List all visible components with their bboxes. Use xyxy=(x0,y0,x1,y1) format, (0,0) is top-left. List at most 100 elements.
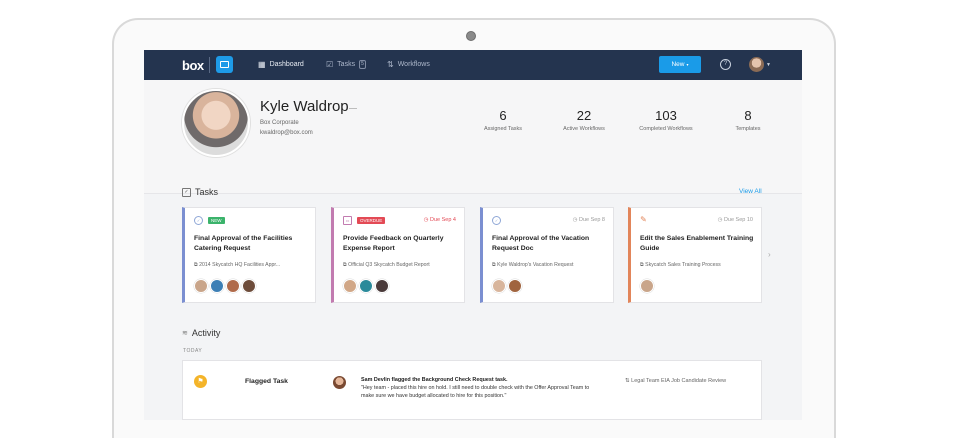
profile-header: Kyle Waldrop Box Corporate kwaldrop@box.… xyxy=(144,80,802,194)
profile-avatar xyxy=(182,89,250,157)
new-button-label: New xyxy=(671,61,685,68)
name-divider xyxy=(349,108,357,109)
stat-assigned-tasks[interactable]: 6 Assigned Tasks xyxy=(468,108,538,132)
card-file[interactable]: ⧉ Official Q3 Skycatch Budget Report xyxy=(343,262,461,269)
overdue-badge: OVERDUE xyxy=(357,217,386,224)
checkbox-icon: ✓ xyxy=(182,187,191,197)
profile-email: kwaldrop@box.com xyxy=(260,130,313,136)
activity-link-text: Legal Team EIA Job Candidate Review xyxy=(631,378,727,384)
card-file[interactable]: ⧉ Skycatch Sales Training Process xyxy=(640,262,758,269)
avatar[interactable] xyxy=(640,279,654,293)
user-avatar[interactable] xyxy=(749,57,764,72)
stat-templates[interactable]: 8 Templates xyxy=(713,108,783,132)
stat-number: 8 xyxy=(744,108,752,123)
pencil-icon: ✎ xyxy=(640,215,647,224)
view-all-link[interactable]: View All xyxy=(739,188,762,195)
nav-label-dashboard: Dashboard xyxy=(269,61,304,68)
due-date: ◷ Due Sep 8 xyxy=(573,217,605,223)
due-date: ◷ Due Sep 10 xyxy=(718,217,753,223)
card-file-name: 2014 Skycatch HQ Facilities Appr... xyxy=(199,262,281,268)
app-screen: box ▦ Dashboard ☑ Tasks 5 ⇅ Workflows Ne… xyxy=(144,50,802,420)
avatar[interactable] xyxy=(333,376,346,389)
stat-number: 22 xyxy=(576,108,592,123)
card-file-name: Skycatch Sales Training Process xyxy=(645,262,721,268)
assignee-avatars xyxy=(492,279,522,293)
feedback-icon: ▭ xyxy=(343,216,352,225)
task-card[interactable]: ▭ OVERDUE ◷ Due Sep 4 Provide Feedback o… xyxy=(331,207,465,303)
camera-icon xyxy=(466,31,476,41)
card-title: Final Approval of the Vacation Request D… xyxy=(492,235,590,252)
today-label: TODAY xyxy=(183,348,203,354)
avatar[interactable] xyxy=(375,279,389,293)
activity-item[interactable]: ⚑ Flagged Task Sam Devlin flagged the Ba… xyxy=(182,360,762,420)
stat-label: Templates xyxy=(735,126,761,132)
assignee-avatars xyxy=(194,279,256,293)
activity-type: Flagged Task xyxy=(245,378,288,385)
tasks-title: Tasks xyxy=(195,187,219,197)
grid-icon: ▦ xyxy=(258,60,266,69)
card-file[interactable]: ⧉ Kyle Waldrop's Vacation Request xyxy=(492,262,610,269)
avatar[interactable] xyxy=(359,279,373,293)
profile-company: Box Corporate xyxy=(260,120,299,126)
tasks-count-badge: 5 xyxy=(359,60,366,69)
task-card[interactable]: ✓ NEW Final Approval of the Facilities C… xyxy=(182,207,316,303)
feed-icon: ≋ xyxy=(182,330,188,337)
card-file-name: Kyle Waldrop's Vacation Request xyxy=(497,262,574,268)
top-nav: box ▦ Dashboard ☑ Tasks 5 ⇅ Workflows Ne… xyxy=(144,50,802,80)
activity-title: Activity xyxy=(191,328,221,338)
card-file[interactable]: ⧉ 2014 Skycatch HQ Facilities Appr... xyxy=(194,262,312,269)
relay-app-icon[interactable] xyxy=(216,56,233,73)
due-date-text: Due Sep 4 xyxy=(430,217,456,223)
avatar[interactable] xyxy=(226,279,240,293)
account-caret-icon[interactable]: ▼ xyxy=(766,62,771,68)
card-title: Edit the Sales Enablement Training Guide xyxy=(640,235,754,252)
new-badge: NEW xyxy=(208,217,225,224)
nav-item-dashboard[interactable]: ▦ Dashboard xyxy=(258,60,304,69)
task-card[interactable]: ✎ ◷ Due Sep 10 Edit the Sales Enablement… xyxy=(628,207,762,303)
avatar[interactable] xyxy=(242,279,256,293)
avatar[interactable] xyxy=(210,279,224,293)
help-icon[interactable]: ? xyxy=(720,59,731,70)
card-header: ✓ xyxy=(492,216,501,225)
avatar[interactable] xyxy=(194,279,208,293)
nav-item-workflows[interactable]: ⇅ Workflows xyxy=(387,60,430,69)
flag-icon: ⚑ xyxy=(194,375,207,388)
new-button[interactable]: New ▾ xyxy=(659,56,701,73)
card-header: ✓ NEW xyxy=(194,216,225,225)
activity-workflow-link[interactable]: ⇅ Legal Team EIA Job Candidate Review xyxy=(625,378,726,384)
workflow-icon: ⇅ xyxy=(387,60,394,69)
stat-number: 6 xyxy=(499,108,507,123)
stat-completed-workflows[interactable]: 103 Completed Workflows xyxy=(631,108,701,132)
activity-message: Sam Devlin flagged the Background Check … xyxy=(361,376,591,400)
approval-icon: ✓ xyxy=(492,216,501,225)
stat-label: Assigned Tasks xyxy=(483,126,523,132)
stat-active-workflows[interactable]: 22 Active Workflows xyxy=(549,108,619,132)
chevron-right-icon[interactable]: › xyxy=(768,250,771,259)
logo-divider xyxy=(209,57,210,73)
activity-actor: Sam Devlin flagged the Background Check … xyxy=(361,377,508,383)
due-date: ◷ Due Sep 4 xyxy=(424,217,456,223)
stat-label: Completed Workflows xyxy=(639,126,693,132)
due-date-text: Due Sep 8 xyxy=(579,217,605,223)
nav-item-tasks[interactable]: ☑ Tasks 5 xyxy=(326,60,366,69)
due-date-text: Due Sep 10 xyxy=(723,217,753,223)
assignee-avatars xyxy=(343,279,389,293)
task-card[interactable]: ✓ ◷ Due Sep 8 Final Approval of the Vaca… xyxy=(480,207,614,303)
approval-icon: ✓ xyxy=(194,216,203,225)
tasks-heading: ✓ Tasks xyxy=(182,187,218,197)
profile-name: Kyle Waldrop xyxy=(260,98,349,115)
nav-label-tasks: Tasks xyxy=(337,61,356,68)
card-header: ✎ xyxy=(640,215,647,224)
card-title: Provide Feedback on Quarterly Expense Re… xyxy=(343,235,444,252)
activity-quote: "Hey team - placed this hire on hold. I … xyxy=(361,385,590,399)
avatar[interactable] xyxy=(343,279,357,293)
card-file-name: Official Q3 Skycatch Budget Report xyxy=(348,262,430,268)
avatar[interactable] xyxy=(492,279,506,293)
avatar[interactable] xyxy=(508,279,522,293)
caret-down-icon: ▾ xyxy=(686,62,689,67)
card-title: Final Approval of the Facilities Caterin… xyxy=(194,235,293,252)
assignee-avatars xyxy=(640,279,654,293)
nav-label-workflows: Workflows xyxy=(397,61,430,68)
box-logo[interactable]: box xyxy=(182,58,204,73)
card-header: ▭ OVERDUE xyxy=(343,216,386,225)
